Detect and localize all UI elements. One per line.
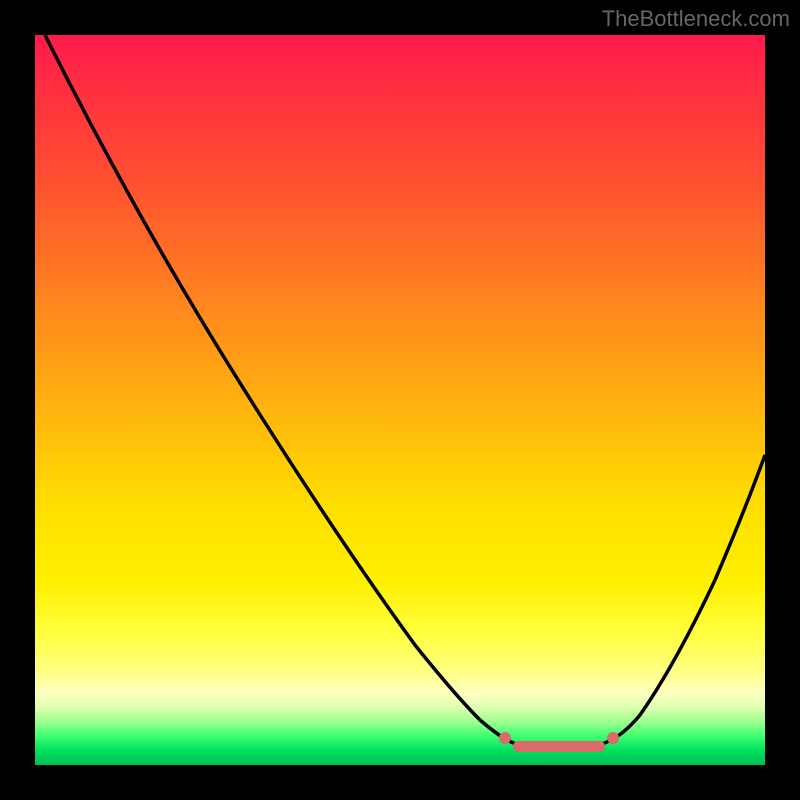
bottleneck-curve-chart xyxy=(35,35,765,765)
highlight-range-bar xyxy=(513,741,605,752)
curve-left-branch xyxy=(45,35,507,740)
watermark-text: TheBottleneck.com xyxy=(602,6,790,32)
highlight-dot-left xyxy=(499,732,511,744)
curve-right-branch xyxy=(611,455,765,740)
highlight-dot-right xyxy=(607,732,619,744)
